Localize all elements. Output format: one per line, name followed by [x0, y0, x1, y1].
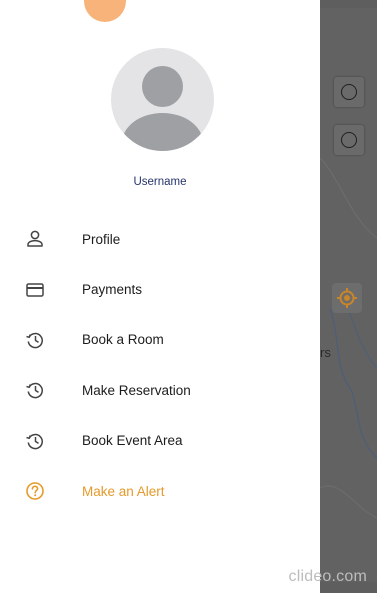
- menu-item-label: Make Reservation: [82, 382, 191, 398]
- menu-item-label: Profile: [82, 231, 121, 247]
- map-filter-button[interactable]: [334, 125, 364, 155]
- history-icon: [23, 378, 47, 402]
- username-label: Username: [133, 176, 187, 188]
- notification-bubble: [84, 0, 126, 22]
- avatar-head: [142, 66, 183, 107]
- menu-item-label: Payments: [82, 282, 143, 298]
- history-icon: [23, 429, 47, 453]
- menu-item-book-a-room[interactable]: Book a Room: [0, 315, 320, 365]
- menu-item-payments[interactable]: Payments: [0, 264, 320, 314]
- menu-item-label: Make an Alert: [82, 483, 165, 499]
- drawer-menu: Profile Payments Book a Room Make Reserv…: [0, 214, 320, 516]
- avatar-body: [122, 113, 203, 151]
- crosshair-icon: [337, 288, 357, 308]
- navigation-drawer: Username Profile Payments Book a Room Ma…: [0, 0, 320, 593]
- menu-item-make-an-alert[interactable]: Make an Alert: [0, 466, 320, 516]
- watermark: clideo.com: [288, 568, 367, 585]
- credit-card-icon: [23, 278, 47, 302]
- circle-icon: [341, 132, 357, 148]
- circle-icon: [341, 84, 357, 100]
- menu-item-profile[interactable]: Profile: [0, 214, 320, 264]
- history-icon: [23, 328, 47, 352]
- avatar[interactable]: [111, 48, 214, 151]
- menu-item-book-event-area[interactable]: Book Event Area: [0, 416, 320, 466]
- map-place-label: rs: [320, 345, 331, 360]
- map-layer-button[interactable]: [334, 77, 364, 107]
- my-location-button[interactable]: [332, 283, 362, 313]
- help-circle-icon: [23, 479, 47, 503]
- menu-item-make-reservation[interactable]: Make Reservation: [0, 365, 320, 415]
- menu-item-label: Book a Room: [82, 332, 164, 348]
- menu-item-label: Book Event Area: [82, 433, 183, 449]
- person-icon: [23, 227, 47, 251]
